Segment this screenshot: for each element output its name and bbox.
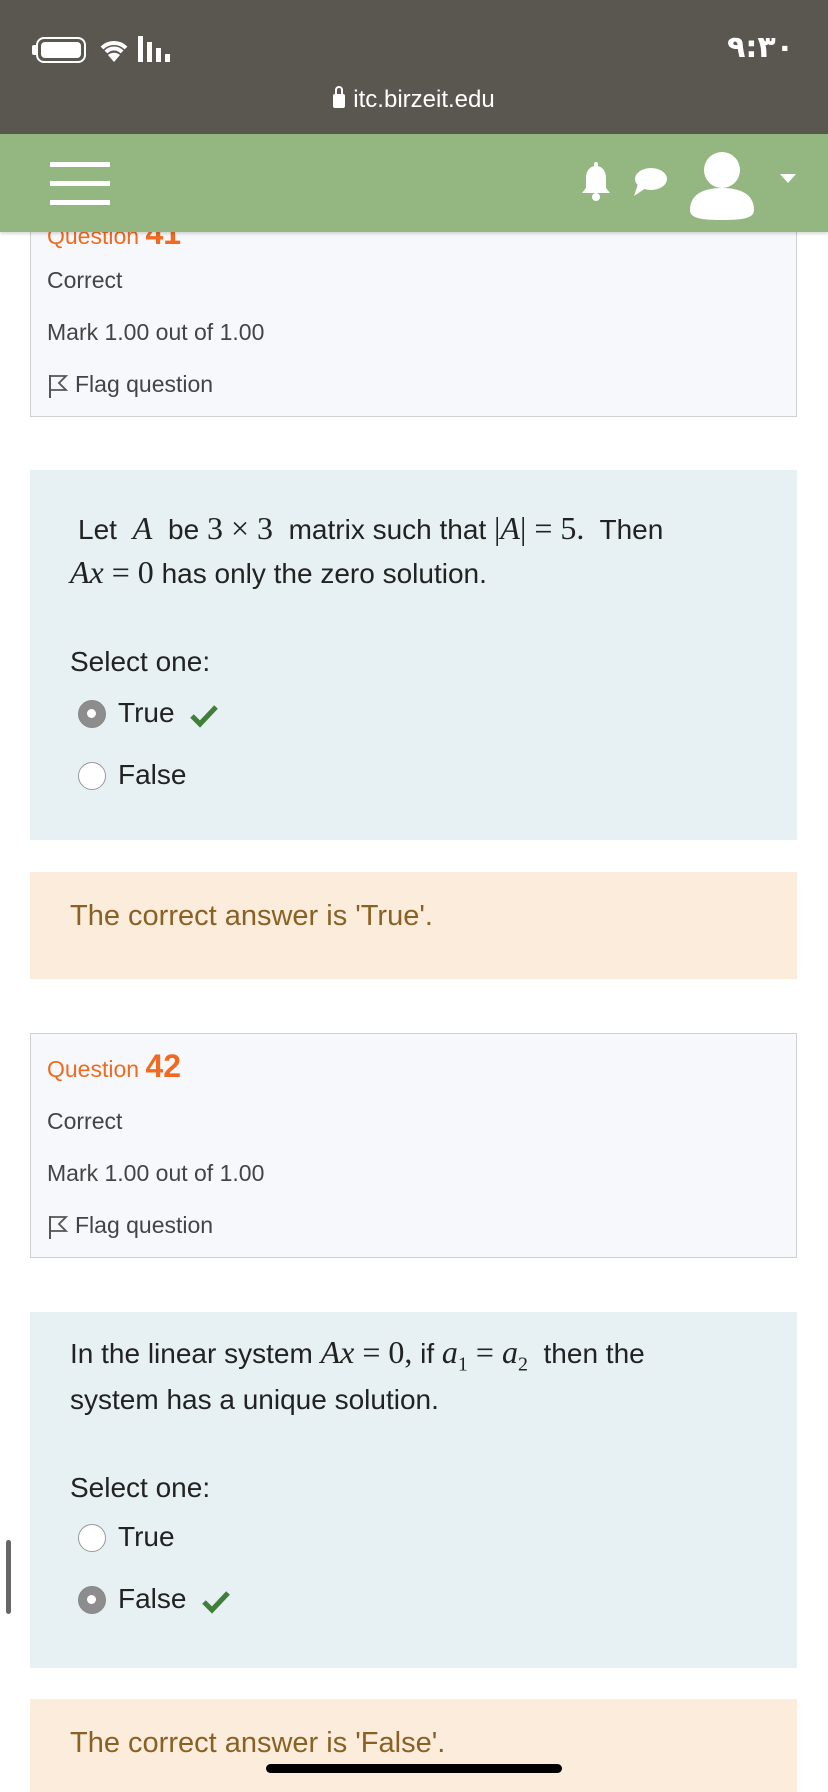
flag-question-link[interactable]: Flag question: [47, 371, 213, 399]
option-label: True: [118, 697, 175, 728]
wifi-icon: [100, 41, 128, 62]
lock-icon: [333, 86, 346, 108]
question-line-2: system has a unique solution.: [70, 1384, 439, 1415]
user-avatar-icon[interactable]: [688, 148, 756, 220]
select-one-label: Select one:: [70, 1472, 211, 1503]
radio-true[interactable]: [78, 700, 106, 728]
chat-icon[interactable]: [632, 166, 668, 198]
scroll-indicator[interactable]: [6, 1540, 11, 1614]
flag-icon: [49, 1215, 69, 1239]
option-label: True: [118, 1521, 175, 1552]
signal-icon: [138, 36, 170, 62]
question-text-42: In the linear system Ax = 0, if a1 = a2 …: [30, 1312, 797, 1668]
radio-true[interactable]: [78, 1524, 106, 1552]
feedback-42: The correct answer is 'False'.: [30, 1699, 797, 1792]
bell-icon[interactable]: [580, 162, 612, 202]
url-bar[interactable]: itc.birzeit.edu: [0, 86, 828, 114]
flag-icon: [49, 374, 69, 398]
question-number: Question 42: [47, 1048, 182, 1084]
correct-check-icon: [202, 1591, 230, 1614]
question-info-42: Question 42 Correct Mark 1.00 out of 1.0…: [30, 1033, 797, 1258]
question-mark: Mark 1.00 out of 1.00: [47, 1160, 265, 1186]
option-label: False: [118, 1583, 187, 1614]
select-one-label: Select one:: [70, 646, 211, 677]
url-domain: itc.birzeit.edu: [353, 86, 495, 113]
menu-icon[interactable]: [50, 162, 110, 206]
correct-answer-text: The correct answer is 'False'.: [70, 1727, 446, 1759]
question-state: Correct: [47, 267, 123, 293]
feedback-41: The correct answer is 'True'.: [30, 872, 797, 979]
question-info-41: Question 41 Correct Mark 1.00 out of 1.0…: [30, 200, 797, 417]
clock: ٩:٣٠: [727, 30, 794, 65]
flag-question-label: Flag question: [75, 1212, 214, 1238]
question-state: Correct: [47, 1108, 123, 1134]
status-bar: ٩:٣٠ itc.birzeit.edu: [0, 0, 828, 134]
question-text-41: Let A be 3 × 3 matrix such that |A| = 5.…: [30, 470, 797, 840]
top-navbar: [0, 134, 828, 232]
radio-false[interactable]: [78, 762, 106, 790]
correct-answer-text: The correct answer is 'True'.: [70, 900, 433, 932]
home-indicator[interactable]: [266, 1764, 562, 1773]
caret-down-icon[interactable]: [780, 174, 796, 183]
radio-false[interactable]: [78, 1586, 106, 1614]
flag-question-label: Flag question: [75, 371, 214, 397]
flag-question-link[interactable]: Flag question: [47, 1212, 213, 1240]
option-label: False: [118, 759, 187, 790]
question-line-2: Ax = 0 has only the zero solution.: [70, 554, 487, 590]
correct-check-icon: [190, 705, 218, 728]
question-mark: Mark 1.00 out of 1.00: [47, 319, 265, 345]
question-line-1: Let A be 3 × 3 matrix such that |A| = 5.…: [78, 510, 664, 546]
question-line-1: In the linear system Ax = 0, if a1 = a2 …: [70, 1334, 645, 1376]
battery-icon: [36, 37, 86, 63]
